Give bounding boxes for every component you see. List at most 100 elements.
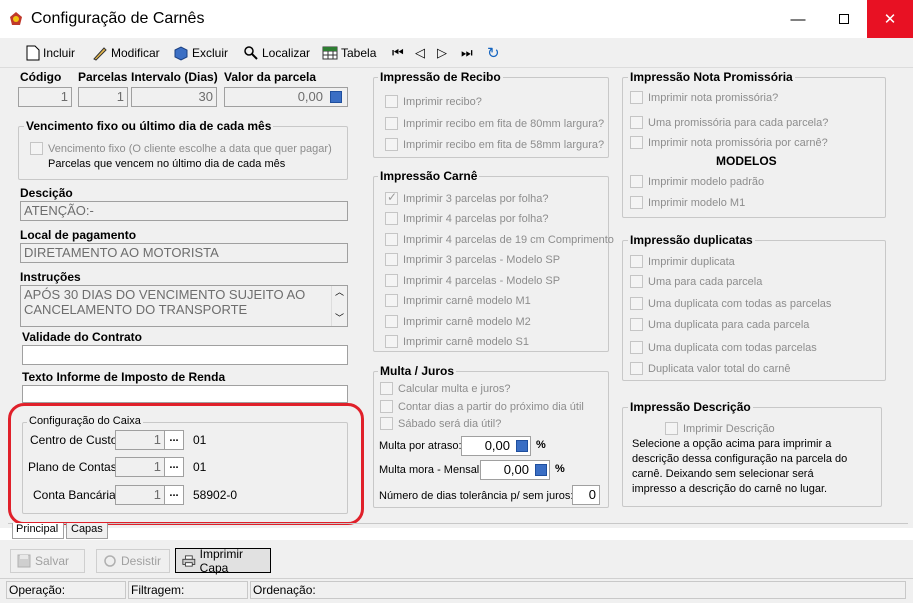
vencimento-fixo-checkbox[interactable]: Vencimento fixo (O cliente escolhe a dat… [30, 142, 332, 155]
tab-principal[interactable]: Principal [12, 523, 64, 539]
duplicata-para-cada-parcela-checkbox[interactable]: Uma duplicata para cada parcela [630, 318, 809, 331]
descricao-label: Descição [20, 186, 73, 200]
calcular-multa-checkbox[interactable]: Calcular multa e juros? [380, 382, 511, 395]
excluir-button[interactable]: Excluir [173, 44, 228, 62]
first-record-button[interactable]: ⏮ [392, 44, 404, 62]
localizar-button[interactable]: Localizar [243, 44, 310, 62]
centro-custo-lookup-button[interactable]: ... [164, 430, 184, 450]
carne-m2-checkbox[interactable]: Imprimir carnê modelo M2 [385, 315, 531, 328]
refresh-button[interactable]: ↻ [487, 44, 500, 62]
duplicata-com-todas-checkbox[interactable]: Uma duplicata com todas parcelas [630, 341, 817, 354]
imp-descricao-text: Selecione a opção acima para imprimir a … [632, 438, 848, 495]
texto-informe-field[interactable] [22, 385, 348, 403]
carne-19cm-checkbox[interactable]: Imprimir 4 parcelas de 19 cm Comprimento [385, 233, 614, 246]
local-pagamento-label: Local de pagamento [20, 228, 137, 242]
table-icon [322, 46, 338, 60]
carne-m1-checkbox[interactable]: Imprimir carnê modelo M1 [385, 294, 531, 307]
toolbar: Incluir Modificar Excluir Localizar Tabe… [0, 38, 913, 68]
centro-custo-label: Centro de Custo: [30, 433, 121, 447]
multa-title: Multa / Juros [378, 364, 457, 378]
parcelas-label: Parcelas [78, 70, 128, 84]
duplicatas-title: Impressão duplicatas [628, 233, 755, 247]
tab-divider [8, 523, 908, 524]
prev-icon: ◁ [415, 45, 425, 60]
tolerancia-label: Número de dias tolerância p/ sem juros: [379, 490, 574, 502]
promissoria-cada-parcela-checkbox[interactable]: Uma promissória para cada parcela? [630, 116, 828, 129]
modelo-padrao-checkbox[interactable]: Imprimir modelo padrão [630, 175, 764, 188]
tolerancia-field[interactable]: 0 [572, 485, 600, 505]
imprimir-duplicata-checkbox[interactable]: Imprimir duplicata [630, 255, 735, 268]
intervalo-field[interactable]: 30 [131, 87, 217, 107]
validade-field[interactable] [22, 345, 348, 365]
printer-icon [182, 554, 196, 567]
local-pagamento-field[interactable]: DIRETAMENTO AO MOTORISTA [20, 243, 348, 263]
scroll-down-icon[interactable]: ﹀ [332, 312, 347, 324]
desistir-button[interactable]: Desistir [96, 549, 170, 573]
prev-record-button[interactable]: ◁ [415, 44, 425, 62]
modificar-button[interactable]: Modificar [92, 44, 160, 62]
centro-custo-field[interactable]: 1 [115, 430, 165, 450]
title-bar: Configuração de Carnês — ✕ [0, 0, 913, 38]
imprimir-capa-button[interactable]: Imprimir Capa [175, 547, 271, 575]
maximize-button[interactable] [821, 0, 867, 38]
imprimir-promissoria-checkbox[interactable]: Imprimir nota promissória? [630, 91, 778, 104]
tabela-button[interactable]: Tabela [322, 44, 376, 62]
codigo-field[interactable]: 1 [18, 87, 72, 107]
multa-atraso-calculator-icon[interactable] [516, 440, 528, 452]
centro-custo-code: 01 [193, 433, 207, 447]
conta-bancaria-lookup-button[interactable]: ... [164, 485, 184, 505]
recibo-58mm-checkbox[interactable]: Imprimir recibo em fita de 58mm largura? [385, 138, 604, 151]
conta-bancaria-label: Conta Bancária: [33, 488, 120, 502]
maximize-icon [839, 14, 849, 24]
duplicata-todas-parcelas-checkbox[interactable]: Uma duplicata com todas as parcelas [630, 297, 831, 310]
carne-3-parcelas-checkbox[interactable]: Imprimir 3 parcelas por folha? [385, 190, 549, 205]
ultimo-dia-text: Parcelas que vencem no último dia de cad… [48, 158, 286, 170]
conta-bancaria-field[interactable]: 1 [115, 485, 165, 505]
recibo-title: Impressão de Recibo [378, 70, 503, 84]
cube-delete-icon [174, 46, 188, 61]
multa-mora-calculator-icon[interactable] [535, 464, 547, 476]
texto-informe-label: Texto Informe de Imposto de Renda [22, 370, 226, 384]
multa-atraso-label: Multa por atraso: [379, 440, 462, 452]
status-ordenacao: Ordenação: [250, 581, 906, 599]
plano-contas-label: Plano de Contas: [28, 460, 121, 474]
carne-title: Impressão Carnê [378, 169, 480, 183]
pencil-icon [93, 47, 107, 61]
status-filtragem: Filtragem: [128, 581, 248, 599]
parcelas-field[interactable]: 1 [78, 87, 128, 107]
carne-s1-checkbox[interactable]: Imprimir carnê modelo S1 [385, 335, 529, 348]
instrucoes-field[interactable]: APÓS 30 DIAS DO VENCIMENTO SUJEITO AO CA… [20, 285, 348, 327]
close-icon: ✕ [883, 11, 897, 28]
status-operacao: Operação: [6, 581, 126, 599]
duplicata-cada-parcela-checkbox[interactable]: Uma para cada parcela [630, 275, 762, 288]
sabado-dia-util-checkbox[interactable]: Sábado será dia útil? [380, 417, 501, 430]
imprimir-descricao-checkbox[interactable]: Imprimir Descrição [665, 422, 775, 435]
duplicata-valor-total-checkbox[interactable]: Duplicata valor total do carnê [630, 362, 790, 375]
multa-atraso-percent: % [536, 439, 546, 451]
calculator-icon[interactable] [330, 91, 342, 103]
next-record-button[interactable]: ▷ [437, 44, 447, 62]
instrucoes-scrollbar[interactable]: ︿ ﹀ [331, 286, 347, 326]
tab-capas[interactable]: Capas [66, 523, 108, 539]
new-document-icon [26, 45, 40, 61]
carne-3-sp-checkbox[interactable]: Imprimir 3 parcelas - Modelo SP [385, 253, 560, 266]
recibo-80mm-checkbox[interactable]: Imprimir recibo em fita de 80mm largura? [385, 117, 604, 130]
carne-4-parcelas-checkbox[interactable]: Imprimir 4 parcelas por folha? [385, 212, 549, 225]
plano-contas-field[interactable]: 1 [115, 457, 165, 477]
promissoria-por-carne-checkbox[interactable]: Imprimir nota promissória por carnê? [630, 136, 828, 149]
valor-parcela-label: Valor da parcela [224, 70, 317, 84]
intervalo-label: Intervalo (Dias) [131, 70, 218, 84]
descricao-field[interactable]: ATENÇÃO:- [20, 201, 348, 221]
scroll-up-icon[interactable]: ︿ [332, 286, 347, 298]
proximo-dia-util-checkbox[interactable]: Contar dias a partir do próximo dia útil [380, 400, 584, 413]
close-button[interactable]: ✕ [867, 0, 913, 38]
last-record-button[interactable]: ⏭ [461, 44, 473, 62]
carne-4-sp-checkbox[interactable]: Imprimir 4 parcelas - Modelo SP [385, 274, 560, 287]
salvar-button[interactable]: Salvar [10, 549, 85, 573]
plano-contas-lookup-button[interactable]: ... [164, 457, 184, 477]
incluir-button[interactable]: Incluir [26, 44, 75, 62]
minimize-button[interactable]: — [775, 0, 821, 38]
modelo-m1-checkbox[interactable]: Imprimir modelo M1 [630, 196, 745, 209]
status-bar: Operação: Filtragem: Ordenação: [0, 578, 913, 603]
imprimir-recibo-checkbox[interactable]: Imprimir recibo? [385, 95, 482, 108]
